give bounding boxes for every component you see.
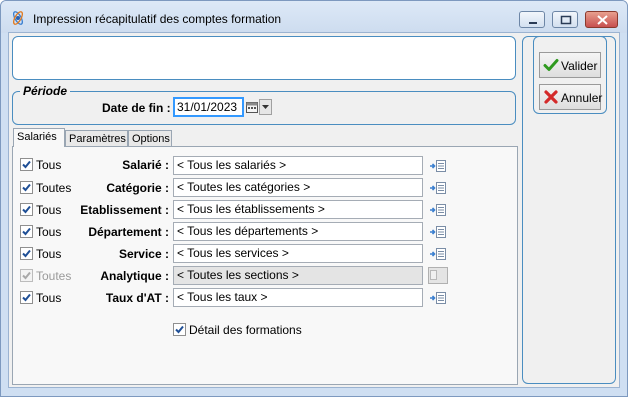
close-button[interactable] <box>585 11 618 28</box>
title-bar[interactable]: Impression récapitulatif des comptes for… <box>1 1 627 33</box>
comment-textarea[interactable] <box>12 36 516 80</box>
list-picker-icon[interactable] <box>429 247 447 261</box>
dialog-client-area: Période Date de fin : 31/01/2023 Salarié… <box>8 32 620 388</box>
checkbox-label: Tous <box>36 247 62 261</box>
checkbox-tous-services[interactable] <box>20 247 33 260</box>
checkbox-toutes-categories[interactable] <box>20 181 33 194</box>
checkbox-label: Tous <box>36 225 62 239</box>
valider-button[interactable]: Valider <box>539 52 601 78</box>
departement-input[interactable]: < Tous les départements > <box>173 222 423 241</box>
maximize-button[interactable] <box>552 11 578 28</box>
taux-at-input[interactable]: < Tous les taux > <box>173 288 423 307</box>
tab-options[interactable]: Options <box>128 130 172 147</box>
categorie-input[interactable]: < Toutes les catégories > <box>173 178 423 197</box>
date-fin-label: Date de fin : <box>102 101 171 115</box>
annuler-button[interactable]: Annuler <box>539 84 603 110</box>
field-label-etablissement: Etablissement : <box>80 203 169 217</box>
minimize-icon <box>529 22 537 24</box>
checkbox-tous-taux[interactable] <box>20 291 33 304</box>
checkmark-icon <box>22 249 31 258</box>
tab-salaries[interactable]: Salariés <box>13 128 65 147</box>
close-icon <box>597 15 608 25</box>
checkbox-detail-formations[interactable] <box>173 323 186 336</box>
salarie-input[interactable]: < Tous les salariés > <box>173 156 423 175</box>
checkbox-tous-salaries[interactable] <box>20 158 33 171</box>
dialog-window: Impression récapitulatif des comptes for… <box>0 0 628 397</box>
checkmark-icon <box>22 293 31 302</box>
checkmark-icon <box>22 271 31 280</box>
field-label-analytique: Analytique : <box>100 269 169 283</box>
list-picker-icon[interactable] <box>429 203 447 217</box>
checkbox-label: Toutes <box>36 181 72 195</box>
checkbox-label: Toutes <box>36 269 72 283</box>
app-icon <box>12 11 24 25</box>
etablissement-input[interactable]: < Tous les établissements > <box>173 200 423 219</box>
tab-parametres[interactable]: Paramètres <box>65 130 128 147</box>
chevron-down-icon <box>262 105 269 109</box>
calendar-icon[interactable] <box>245 99 259 115</box>
date-fin-input[interactable]: 31/01/2023 <box>173 97 244 117</box>
check-icon <box>543 59 559 71</box>
valider-label: Valider <box>561 59 598 73</box>
analytique-input[interactable]: < Toutes les sections > <box>173 266 423 285</box>
checkbox-tous-etablissements[interactable] <box>20 203 33 216</box>
service-input[interactable]: < Tous les services > <box>173 244 423 263</box>
checkmark-icon <box>175 325 184 334</box>
field-label-categorie: Catégorie : <box>106 181 169 195</box>
checkmark-icon <box>22 227 31 236</box>
checkbox-label: Tous <box>36 203 62 217</box>
list-picker-icon[interactable] <box>429 225 447 239</box>
date-dropdown-button[interactable] <box>259 99 272 115</box>
detail-formations-label: Détail des formations <box>189 323 302 337</box>
checkbox-label: Tous <box>36 158 62 172</box>
list-picker-button-disabled[interactable] <box>428 267 448 284</box>
checkmark-icon <box>22 205 31 214</box>
checkbox-tous-departements[interactable] <box>20 225 33 238</box>
periode-legend: Période <box>20 84 71 98</box>
checkmark-icon <box>22 160 31 169</box>
annuler-label: Annuler <box>561 91 603 105</box>
field-label-departement: Département : <box>88 225 169 239</box>
list-picker-icon <box>430 270 437 280</box>
checkmark-icon <box>22 183 31 192</box>
field-label-taux-at: Taux d'AT : <box>105 291 169 305</box>
minimize-button[interactable] <box>519 11 545 28</box>
cancel-icon <box>544 90 558 104</box>
list-picker-icon[interactable] <box>429 181 447 195</box>
field-label-salarie: Salarié : <box>122 158 169 172</box>
checkbox-label: Tous <box>36 291 62 305</box>
list-picker-icon[interactable] <box>429 291 447 305</box>
field-label-service: Service : <box>118 247 169 261</box>
window-title: Impression récapitulatif des comptes for… <box>33 12 282 26</box>
list-picker-icon[interactable] <box>429 159 447 173</box>
checkbox-toutes-sections[interactable] <box>20 269 33 282</box>
maximize-icon <box>560 15 572 25</box>
